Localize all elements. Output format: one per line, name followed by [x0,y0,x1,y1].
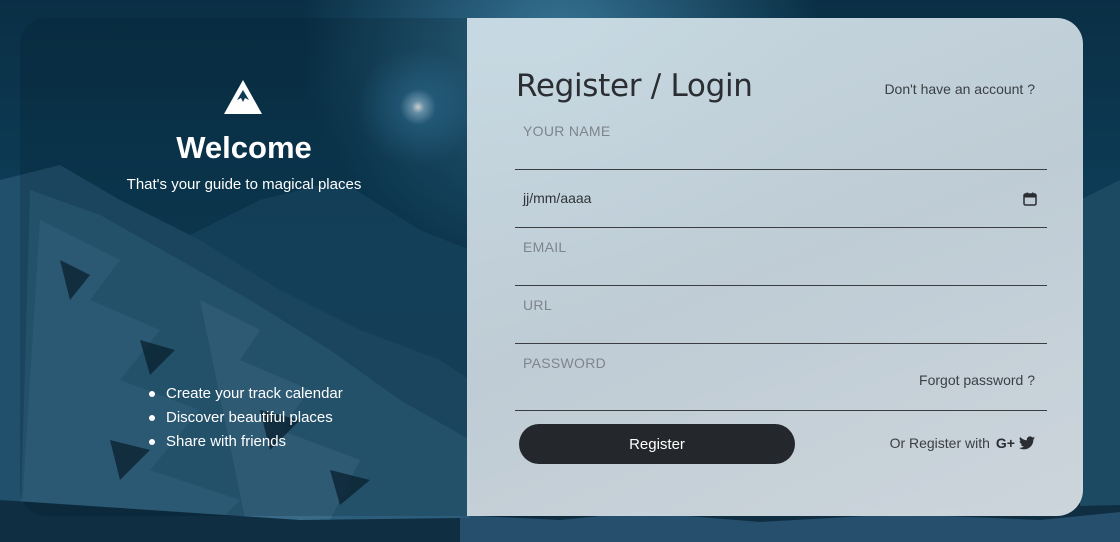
date-field[interactable]: jj/mm/aaaa [515,170,1047,228]
twitter-icon[interactable] [1019,436,1035,450]
feature-list: Create your track calendar Discover beau… [149,382,343,454]
name-input[interactable] [515,112,1047,169]
or-register-label: Or Register with [889,435,990,451]
forgot-password-link[interactable]: Forgot password ? [919,372,1035,388]
feature-item: Share with friends [149,430,343,454]
social-register: Or Register with G+ [890,435,1035,451]
mountain-icon [224,80,262,114]
tagline: That's your guide to magical places [126,176,362,193]
feature-item: Discover beautiful places [149,406,343,430]
date-input[interactable]: jj/mm/aaaa [523,190,591,206]
email-input[interactable] [515,228,1047,285]
google-plus-icon[interactable]: G+ [996,435,1015,451]
register-button[interactable]: Register [519,424,795,464]
welcome-panel: Welcome That's your guide to magical pla… [20,18,468,516]
password-field: Forgot password ? [515,344,1047,411]
form-title: Register / Login [516,68,753,104]
url-field [515,286,1047,344]
feature-item: Create your track calendar [149,382,343,406]
welcome-heading: Welcome [176,130,312,165]
url-input[interactable] [515,286,1047,343]
calendar-icon[interactable] [1023,192,1037,206]
name-field [515,112,1047,170]
no-account-link[interactable]: Don't have an account ? [884,81,1035,97]
email-field [515,228,1047,286]
register-login-panel: Register / Login Don't have an account ?… [467,18,1083,516]
